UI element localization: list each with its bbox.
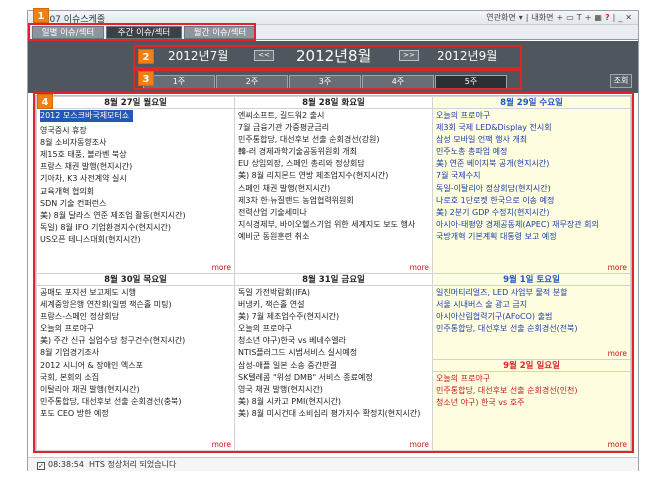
add-icon[interactable]: + [557, 13, 564, 22]
grid-icon[interactable]: ▦ [594, 13, 602, 22]
status-time: 08:38:54 [48, 460, 84, 469]
callout-badge-1: 1 [33, 8, 49, 23]
monitor-icon[interactable]: ▭ [566, 13, 574, 22]
my-screen-menu[interactable]: 내화면 [531, 13, 553, 22]
related-screen-menu[interactable]: 연관화면 [486, 13, 515, 22]
minimize-icon[interactable]: _ [618, 13, 622, 22]
plus-icon[interactable]: + [585, 13, 592, 22]
status-message: HTS 정상처리 되었습니다 [89, 460, 177, 469]
highlight-box-schedule [33, 92, 634, 453]
status-bar: ✓ 08:38:54 HTS 정상처리 되었습니다 [28, 457, 638, 471]
highlight-box-month-nav [133, 45, 522, 69]
callout-badge-4: 4 [37, 94, 53, 109]
status-checkbox[interactable]: ✓ [37, 462, 45, 470]
toolbar-divider: | [525, 13, 529, 22]
close-icon[interactable]: ✕ [625, 13, 632, 22]
callout-badge-2: 2 [138, 49, 154, 64]
highlight-box-tabs [28, 23, 256, 41]
help-icon[interactable]: ? [605, 13, 610, 22]
callout-badge-3: 3 [138, 71, 154, 86]
related-screen-dropdown-icon[interactable]: ▾ [519, 13, 523, 22]
toolbar-divider: | [612, 13, 616, 22]
lookup-button[interactable]: 조회 [610, 74, 632, 88]
highlight-box-weeks [133, 69, 522, 90]
window-toolbar: 연관화면 ▾ | 내화면 + ▭ T + ▦? | _ ✕ [483, 12, 632, 23]
text-icon[interactable]: T [577, 13, 582, 22]
